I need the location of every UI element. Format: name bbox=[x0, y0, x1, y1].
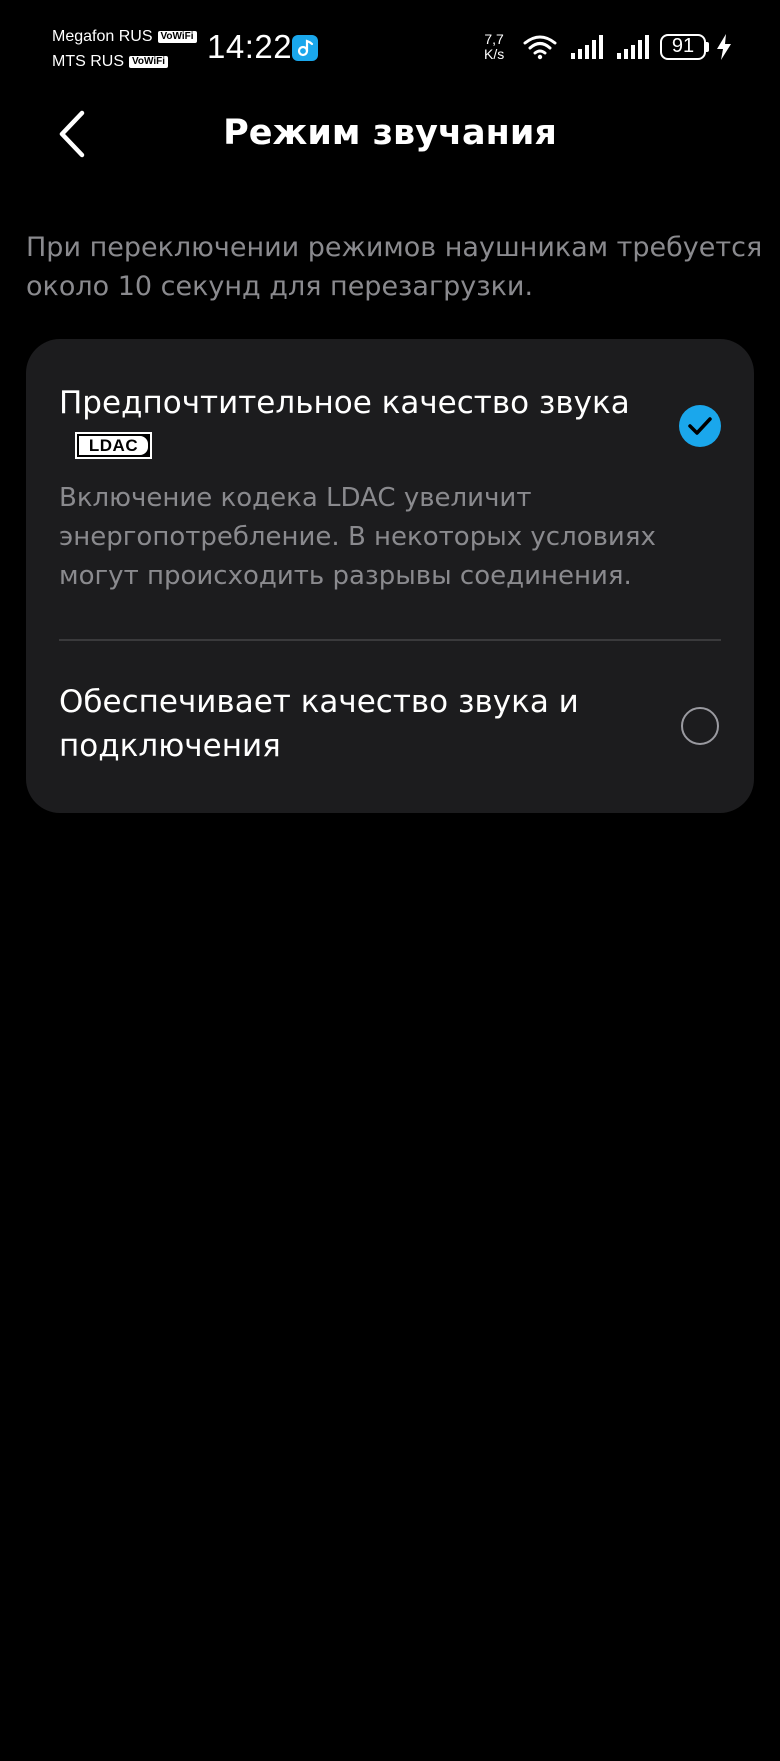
status-bar: Megafon RUS VoWiFi MTS RUS VoWiFi 14:22 … bbox=[0, 0, 780, 96]
carrier-info: Megafon RUS VoWiFi MTS RUS VoWiFi bbox=[52, 24, 197, 74]
wifi-icon bbox=[522, 34, 558, 64]
network-speed-value: 7,7 bbox=[484, 31, 504, 47]
header: Режим звучания bbox=[0, 96, 780, 170]
option-preferred-sound-quality[interactable]: Предпочтительное качество звука LDAC Вклю… bbox=[26, 339, 754, 639]
option-quality-and-connection[interactable]: Обеспечивает качество звука и подключени… bbox=[26, 641, 754, 813]
signal-icon bbox=[616, 34, 650, 64]
option-title-text: Предпочтительное качество звука bbox=[59, 385, 630, 421]
carrier-1-name: Megafon RUS bbox=[52, 28, 153, 45]
radio-unchecked-icon[interactable] bbox=[681, 707, 719, 745]
carrier-2-name: MTS RUS bbox=[52, 53, 124, 70]
charging-bolt-icon bbox=[716, 34, 732, 64]
battery-icon: 91 bbox=[660, 34, 706, 60]
option-title: Предпочтительное качество звука LDAC bbox=[59, 381, 649, 469]
network-speed: 7,7 K/s bbox=[484, 32, 504, 62]
page-title: Режим звучания bbox=[223, 113, 557, 153]
vowifi-badge-1: VoWiFi bbox=[157, 30, 197, 43]
checkmark-icon bbox=[688, 417, 712, 435]
vowifi-badge-2: VoWiFi bbox=[129, 55, 169, 68]
option-subtitle: Включение кодека LDAC увеличит энергопот… bbox=[59, 483, 656, 591]
ldac-badge-text: LDAC bbox=[79, 436, 148, 455]
music-app-icon bbox=[292, 35, 318, 61]
clock: 14:22 bbox=[207, 28, 293, 65]
signal-icon bbox=[570, 34, 604, 64]
option-title: Обеспечивает качество звука и подключени… bbox=[59, 684, 579, 764]
radio-checked-icon[interactable] bbox=[679, 405, 721, 447]
battery-tip bbox=[706, 42, 709, 52]
ldac-badge: LDAC bbox=[75, 432, 152, 459]
mode-switch-description: При переключении режимов наушникам требу… bbox=[26, 232, 763, 302]
network-speed-unit: K/s bbox=[484, 46, 505, 62]
sound-mode-options-card: Предпочтительное качество звука LDAC Вклю… bbox=[26, 339, 754, 813]
